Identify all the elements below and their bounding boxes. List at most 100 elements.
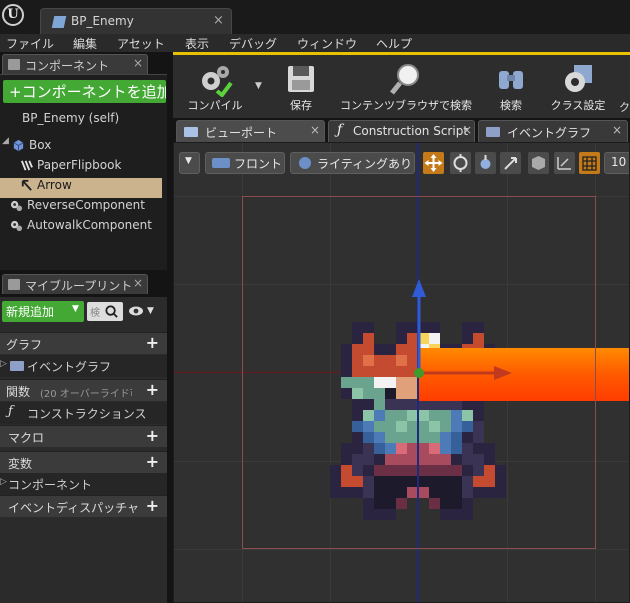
class-settings-button[interactable]: クラス設定 <box>543 57 613 117</box>
flipbook-icon <box>20 160 33 171</box>
menu-debug[interactable]: デバッグ <box>229 35 277 52</box>
add-component-button[interactable]: +コンポーネントを追加 <box>3 80 166 103</box>
compile-options-arrow-icon[interactable]: ▼ <box>255 81 262 91</box>
tree-item-label: Arrow <box>37 178 72 192</box>
content-browser-label: コンテンツブラウザで検索 <box>340 99 472 112</box>
grid-size-dropdown[interactable]: 10 <box>604 152 629 174</box>
tree-item-self[interactable]: BP_Enemy (self) <box>5 109 165 129</box>
lighting-mode-button[interactable]: ライティングあり <box>290 152 415 174</box>
translate-mode-button[interactable] <box>423 152 444 174</box>
section-variables[interactable]: 変数 + <box>0 451 167 473</box>
close-tab-icon[interactable]: × <box>310 123 320 137</box>
section-graph-label: グラフ <box>6 338 43 352</box>
list-item-event-graph[interactable]: ▷ イベントグラフ <box>0 355 167 377</box>
tab-viewport[interactable]: ビューポート × <box>176 120 325 142</box>
view-options-arrow-icon[interactable]: ▼ <box>147 306 154 316</box>
grid-size-value: 10 <box>611 155 627 169</box>
tab-components[interactable]: コンポーネント × <box>2 54 148 74</box>
add-function-icon[interactable]: + <box>146 382 159 398</box>
add-variable-icon[interactable]: + <box>146 454 159 470</box>
snap-icon <box>557 157 571 170</box>
tab-my-blueprint[interactable]: マイブループリント × <box>2 274 148 294</box>
binoculars-icon <box>499 71 523 89</box>
viewport-options-button[interactable]: ▼ <box>179 152 200 174</box>
tree-item-reverse[interactable]: ReverseComponent <box>10 196 165 216</box>
blueprint-icon <box>51 16 67 28</box>
list-item-construction[interactable]: ƒ コンストラクションス <box>0 402 167 424</box>
menu-edit[interactable]: 編集 <box>73 35 97 52</box>
document-tab-title: BP_Enemy <box>71 14 134 28</box>
surface-snap-button[interactable] <box>528 152 549 174</box>
components-label: コンポーネント <box>8 478 93 492</box>
view-mode-label: フロント <box>234 157 283 171</box>
add-graph-icon[interactable]: + <box>146 335 159 351</box>
menu-bar: ファイル 編集 アセット 表示 デバッグ ウィンドウ ヘルプ <box>0 34 630 52</box>
tree-item-paperflipbook[interactable]: PaperFlipbook <box>20 156 160 176</box>
unreal-logo-icon[interactable]: U <box>2 4 24 26</box>
search-input[interactable]: 検 <box>87 302 123 321</box>
section-graph[interactable]: グラフ + <box>0 332 167 354</box>
tree-item-label: BP_Enemy (self) <box>22 111 120 125</box>
components-icon <box>8 59 20 70</box>
search-icon <box>105 305 118 318</box>
expand-arrow-icon[interactable]: ◢ <box>2 136 9 146</box>
close-panel-icon[interactable]: × <box>133 276 143 290</box>
search-button[interactable]: 検索 <box>486 57 536 117</box>
new-add-button[interactable]: 新規追加 ▼ <box>2 301 84 322</box>
tree-item-autowalk[interactable]: AutowalkComponent <box>10 216 165 236</box>
section-functions[interactable]: 関数 (20 オーバーライド可 + <box>0 379 167 401</box>
menu-view[interactable]: 表示 <box>185 35 209 52</box>
world-local-toggle[interactable] <box>500 152 521 174</box>
eye-icon[interactable] <box>128 305 144 317</box>
transform-gizmo-icon[interactable] <box>394 273 524 383</box>
tree-item-arrow[interactable]: Arrow <box>20 176 160 196</box>
tab-event-graph[interactable]: イベントグラフ × <box>478 120 628 142</box>
dropdown-arrow-icon: ▼ <box>185 156 192 166</box>
tree-item-box[interactable]: ◢ Box <box>2 136 162 156</box>
section-macro[interactable]: マクロ + <box>0 425 167 447</box>
menu-asset[interactable]: アセット <box>117 35 165 52</box>
tab-construction-script[interactable]: ƒ Construction Script × <box>328 120 475 142</box>
rotate-mode-button[interactable] <box>450 152 471 174</box>
grid-snap-options[interactable] <box>554 152 575 174</box>
scale-mode-button[interactable] <box>475 152 496 174</box>
blueprint-editor-window: U BP_Enemy × ファイル 編集 アセット 表示 デバッグ ウィンドウ … <box>0 0 630 603</box>
close-tab-icon[interactable]: × <box>612 123 622 137</box>
tree-item-label: Box <box>29 138 52 152</box>
close-tab-icon[interactable]: × <box>462 123 472 137</box>
close-panel-icon[interactable]: × <box>133 56 143 70</box>
my-blueprint-panel: 新規追加 ▼ 検 ▼ グラフ + ▷ イベントグラフ 関数 (20 オーバーライ… <box>0 297 167 603</box>
view-mode-front-button[interactable]: フロント <box>205 152 285 174</box>
menu-file[interactable]: ファイル <box>6 35 54 52</box>
viewport-canvas[interactable]: ▼ フロント ライティングあり 10 <box>173 142 630 603</box>
components-tab-label: コンポーネント <box>25 59 110 73</box>
expand-arrow-icon: ▷ <box>0 359 7 369</box>
section-dispatchers[interactable]: イベントディスパッチャー + <box>0 495 167 517</box>
section-macro-label: マクロ <box>8 431 45 445</box>
gears-icon <box>10 200 23 212</box>
compile-gears-icon <box>202 66 233 97</box>
grid-icon <box>582 156 597 171</box>
toolbar-overflow-label[interactable]: ク <box>619 99 630 115</box>
gears-icon <box>10 220 23 232</box>
event-graph-label: イベントグラフ <box>27 360 112 374</box>
menu-window[interactable]: ウィンドウ <box>297 35 357 52</box>
list-item-components[interactable]: ▷ コンポーネント <box>0 473 167 495</box>
add-dispatcher-icon[interactable]: + <box>146 498 159 514</box>
save-button[interactable]: 保存 <box>277 57 325 117</box>
tree-item-label: AutowalkComponent <box>27 218 152 232</box>
grid-snap-toggle[interactable] <box>579 152 600 174</box>
save-label: 保存 <box>290 99 312 112</box>
find-in-content-browser-button[interactable]: コンテンツブラウザで検索 <box>331 57 481 117</box>
components-panel: +コンポーネントを追加 BP_Enemy (self) ◢ Box PaperF… <box>0 74 167 270</box>
lighting-label: ライティングあり <box>317 157 413 171</box>
save-disk-icon <box>288 66 314 92</box>
search-placeholder: 検 <box>90 308 100 319</box>
override-count-label: (20 オーバーライド可 <box>40 389 132 400</box>
expand-arrow-icon: ▷ <box>0 477 7 487</box>
menu-help[interactable]: ヘルプ <box>376 35 412 52</box>
compile-button[interactable]: コンパイル <box>175 57 255 117</box>
document-tab-bp-enemy[interactable]: BP_Enemy × <box>40 8 232 34</box>
close-tab-icon[interactable]: × <box>213 13 224 28</box>
add-macro-icon[interactable]: + <box>146 428 159 444</box>
